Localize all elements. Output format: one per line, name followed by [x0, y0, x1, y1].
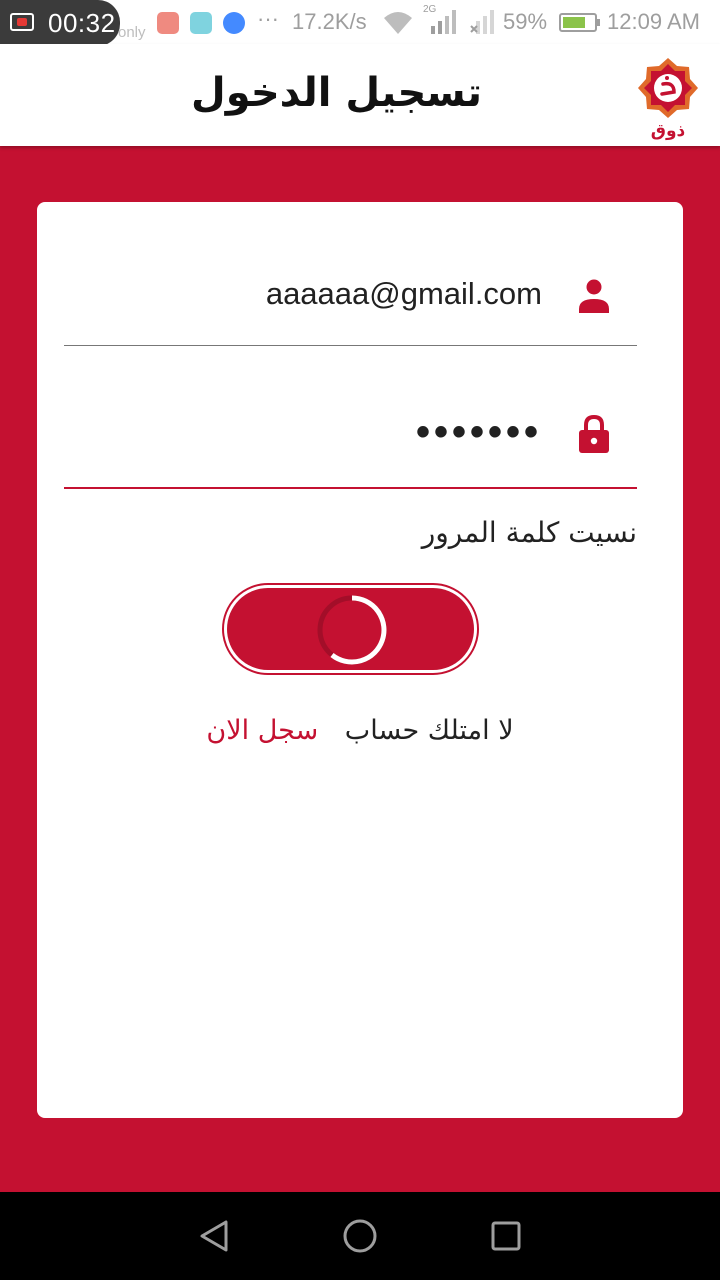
- recent-apps-icon[interactable]: [486, 1216, 526, 1256]
- password-field[interactable]: •••••••: [64, 388, 637, 489]
- recording-time: 00:32: [48, 8, 116, 38]
- video-camera-icon: [10, 13, 34, 31]
- login-button-fill: [227, 588, 474, 670]
- back-icon[interactable]: [194, 1216, 234, 1256]
- app-header: تسجيل الدخول ذوق: [0, 44, 720, 146]
- wifi-icon: [384, 12, 412, 34]
- battery-charging-icon: [559, 13, 600, 32]
- lock-icon: [579, 414, 609, 453]
- dhawq-logo: ذوق: [638, 58, 698, 141]
- signal-icon: [431, 10, 456, 34]
- person-icon: [579, 279, 609, 313]
- battery-percent: 59%: [503, 9, 548, 34]
- login-button[interactable]: [222, 583, 479, 675]
- carrier-overlay-text: only: [118, 24, 146, 41]
- password-input[interactable]: •••••••: [416, 410, 542, 455]
- loading-spinner-icon: [317, 595, 387, 665]
- status-bar: 00:32 only ··· 17.2K/s 2G 59% 12:09 AM: [0, 0, 720, 46]
- screen-recorder-icon: [157, 12, 179, 34]
- more-notifications-indicator: ···: [257, 6, 279, 31]
- logo-text: ذوق: [651, 121, 686, 141]
- signup-link[interactable]: سجل الان: [206, 715, 318, 746]
- signal-no-sim-icon: [470, 10, 494, 34]
- page-title: تسجيل الدخول: [191, 70, 482, 116]
- signup-prompt: لا امتلك حساب سجل الان: [37, 715, 683, 746]
- clock: 12:09 AM: [607, 9, 700, 34]
- screen-recording-indicator[interactable]: 00:32: [0, 0, 120, 46]
- android-icon: [190, 12, 212, 34]
- login-card: aaaaaa@gmail.com ••••••• نسيت كلمة المرو…: [37, 202, 683, 1118]
- email-input[interactable]: aaaaaa@gmail.com: [266, 276, 542, 312]
- no-account-text: لا امتلك حساب: [344, 715, 514, 746]
- network-speed: 17.2K/s: [292, 9, 367, 34]
- messenger-icon: [223, 12, 245, 34]
- forgot-password-link[interactable]: نسيت كلمة المرور: [422, 516, 637, 549]
- system-navigation-bar: [0, 1192, 720, 1280]
- email-field[interactable]: aaaaaa@gmail.com: [64, 244, 637, 346]
- home-icon[interactable]: [340, 1216, 380, 1256]
